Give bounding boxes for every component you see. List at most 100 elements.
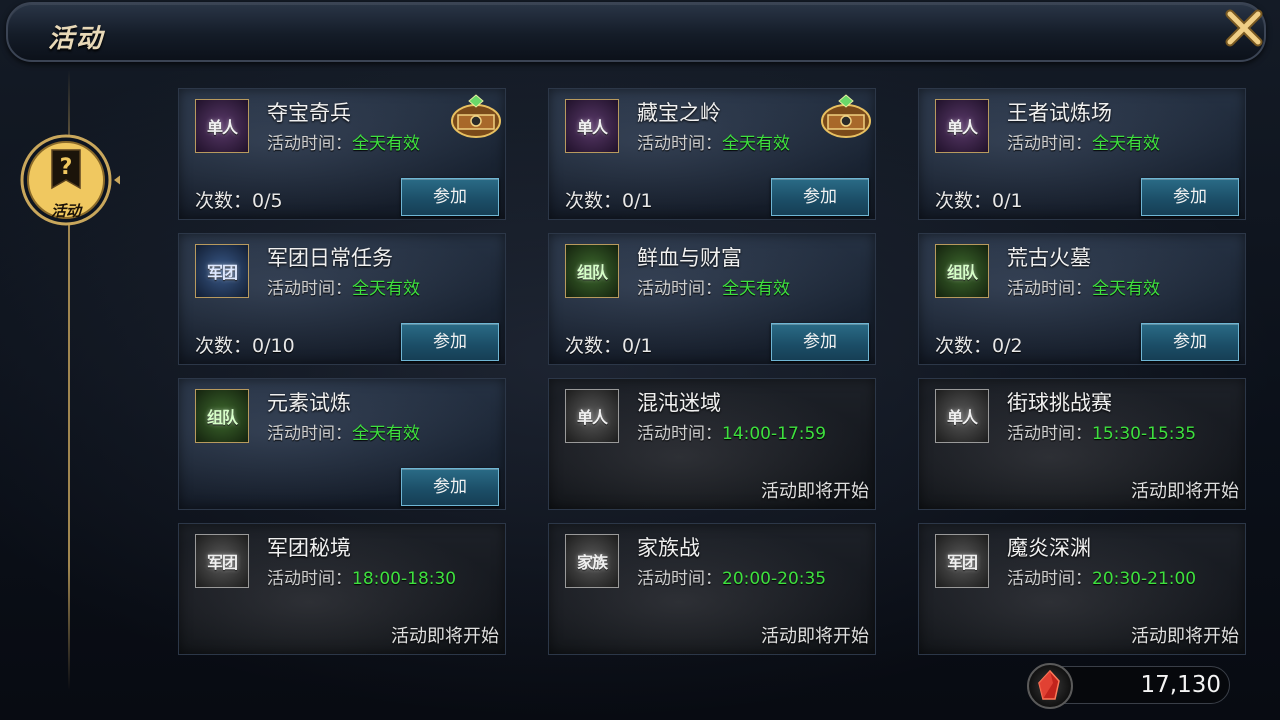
activity-time: 活动时间：18:00-18:30 xyxy=(267,564,456,589)
activity-count: 次数：0/1 xyxy=(935,190,1023,212)
window-title: 活动 xyxy=(48,24,105,54)
activity-card[interactable]: 单人 王者试炼场 活动时间：全天有效 次数：0/1 参加 xyxy=(918,88,1246,220)
activity-status: 活动即将开始 xyxy=(1131,481,1239,502)
activity-time: 活动时间：全天有效 xyxy=(1007,129,1160,154)
activity-card[interactable]: 单人 混沌迷域活动时间：14:00-17:59 活动即将开始 xyxy=(548,378,876,510)
close-icon xyxy=(1225,9,1263,47)
activity-time-label: 活动时间： xyxy=(267,279,352,299)
activity-name: 混沌迷域 xyxy=(637,391,721,415)
sidebar-tab-activity[interactable]: ? 活动 xyxy=(20,128,122,232)
activity-time-label: 活动时间： xyxy=(1007,424,1092,444)
activity-mode-badge: 家族 xyxy=(565,534,619,588)
activity-time-value: 全天有效 xyxy=(352,279,420,299)
activity-time-value: 14:00-17:59 xyxy=(722,424,827,444)
activity-card[interactable]: 家族 家族战活动时间：20:00-20:35 活动即将开始 xyxy=(548,523,876,655)
activity-time-label: 活动时间： xyxy=(267,134,352,154)
activity-time: 活动时间：全天有效 xyxy=(267,274,420,299)
activity-name: 鲜血与财富 xyxy=(637,246,742,270)
activity-time-label: 活动时间： xyxy=(267,569,352,589)
activity-card[interactable]: 组队 元素试炼 活动时间：全天有效 参加 xyxy=(178,378,506,510)
activity-time-label: 活动时间： xyxy=(267,424,352,444)
activity-status: 活动即将开始 xyxy=(761,481,869,502)
activity-time-label: 活动时间： xyxy=(637,134,722,154)
activity-mode-badge: 军团 xyxy=(195,244,249,298)
activity-mode-badge: 单人 xyxy=(565,99,619,153)
activity-time: 活动时间：全天有效 xyxy=(267,129,420,154)
join-button[interactable]: 参加 xyxy=(1141,323,1239,361)
activity-time-value: 全天有效 xyxy=(1092,134,1160,154)
activity-mode-badge: 组队 xyxy=(195,389,249,443)
join-button[interactable]: 参加 xyxy=(771,323,869,361)
activity-time-value: 20:30-21:00 xyxy=(1092,569,1197,589)
treasure-chest-icon[interactable] xyxy=(447,91,505,143)
activity-name: 荒古火墓 xyxy=(1007,246,1091,270)
activity-time-label: 活动时间： xyxy=(1007,569,1092,589)
activity-name: 王者试炼场 xyxy=(1007,101,1112,125)
activity-status: 活动即将开始 xyxy=(391,626,499,647)
activity-mode-badge: 单人 xyxy=(195,99,249,153)
activity-time-label: 活动时间： xyxy=(637,424,722,444)
sidebar-tab-label: 活动 xyxy=(50,202,81,220)
activity-mode-badge: 军团 xyxy=(935,534,989,588)
activity-count: 次数：0/5 xyxy=(195,190,283,212)
activity-card[interactable]: 军团 军团日常任务活动时间：全天有效次数：0/10 参加 xyxy=(178,233,506,365)
activity-name: 夺宝奇兵 xyxy=(267,101,351,125)
activity-card[interactable]: 组队 荒古火墓活动时间：全天有效次数：0/2 参加 xyxy=(918,233,1246,365)
activity-card[interactable]: 单人 藏宝之岭活动时间：全天有效次数：0/1 参加 xyxy=(548,88,876,220)
activity-mode-badge: 军团 xyxy=(195,534,249,588)
activity-time-value: 全天有效 xyxy=(722,134,790,154)
activity-count: 次数：0/10 xyxy=(195,335,295,357)
activity-card[interactable]: 单人 街球挑战赛活动时间：15:30-15:35 活动即将开始 xyxy=(918,378,1246,510)
activity-time-label: 活动时间： xyxy=(637,569,722,589)
activity-count: 次数：0/1 xyxy=(565,335,653,357)
title-bar: 活动 xyxy=(6,2,1266,62)
activity-status: 活动即将开始 xyxy=(761,626,869,647)
activity-mode-badge: 组队 xyxy=(565,244,619,298)
activity-card[interactable]: 军团 军团秘境活动时间：18:00-18:30 活动即将开始 xyxy=(178,523,506,655)
activity-mode-badge: 单人 xyxy=(565,389,619,443)
join-button[interactable]: 参加 xyxy=(401,323,499,361)
activity-screen: 活动 ? 活动 单人 夺宝奇兵 活动时间：全天有效 次数：0/5 参加 单人 藏宝之岭 活动时… xyxy=(0,0,1280,720)
activity-count: 次数：0/2 xyxy=(935,335,1023,357)
activity-time-label: 活动时间： xyxy=(1007,134,1092,154)
activity-time-value: 15:30-15:35 xyxy=(1092,424,1197,444)
activity-time-value: 18:00-18:30 xyxy=(352,569,457,589)
activity-name: 家族战 xyxy=(637,536,700,560)
activity-name: 街球挑战赛 xyxy=(1007,391,1112,415)
treasure-chest-icon[interactable] xyxy=(817,91,875,143)
activity-name: 军团日常任务 xyxy=(267,246,393,270)
activity-time: 活动时间：14:00-17:59 xyxy=(637,419,826,444)
currency-value: 17,130 xyxy=(1140,672,1221,698)
join-button[interactable]: 参加 xyxy=(1141,178,1239,216)
activity-time: 活动时间：全天有效 xyxy=(267,419,420,444)
join-button[interactable]: 参加 xyxy=(771,178,869,216)
activity-time-value: 全天有效 xyxy=(352,424,420,444)
svg-text:?: ? xyxy=(60,155,73,180)
activity-time-label: 活动时间： xyxy=(637,279,722,299)
activity-time: 活动时间：20:00-20:35 xyxy=(637,564,826,589)
activity-time: 活动时间：20:30-21:00 xyxy=(1007,564,1196,589)
activity-card[interactable]: 军团 魔炎深渊活动时间：20:30-21:00 活动即将开始 xyxy=(918,523,1246,655)
activity-count: 次数：0/1 xyxy=(565,190,653,212)
activity-card[interactable]: 单人 夺宝奇兵活动时间：全天有效次数：0/5 参加 xyxy=(178,88,506,220)
activity-time: 活动时间：15:30-15:35 xyxy=(1007,419,1196,444)
currency-display: 17,130 xyxy=(1027,663,1230,709)
activity-time-value: 全天有效 xyxy=(352,134,420,154)
close-button[interactable] xyxy=(1220,6,1268,50)
activity-time-value: 20:00-20:35 xyxy=(722,569,827,589)
activity-name: 军团秘境 xyxy=(267,536,351,560)
activity-time: 活动时间：全天有效 xyxy=(637,274,790,299)
activity-time-value: 全天有效 xyxy=(1092,279,1160,299)
join-button[interactable]: 参加 xyxy=(401,468,499,506)
activity-status: 活动即将开始 xyxy=(1131,626,1239,647)
activity-mode-badge: 单人 xyxy=(935,389,989,443)
join-button[interactable]: 参加 xyxy=(401,178,499,216)
activity-name: 魔炎深渊 xyxy=(1007,536,1091,560)
activity-time: 活动时间：全天有效 xyxy=(637,129,790,154)
activity-card[interactable]: 组队 鲜血与财富活动时间：全天有效次数：0/1 参加 xyxy=(548,233,876,365)
activity-name: 藏宝之岭 xyxy=(637,101,721,125)
activity-mode-badge: 组队 xyxy=(935,244,989,298)
activity-time: 活动时间：全天有效 xyxy=(1007,274,1160,299)
activity-time-label: 活动时间： xyxy=(1007,279,1092,299)
red-crystal-icon xyxy=(1027,663,1073,709)
